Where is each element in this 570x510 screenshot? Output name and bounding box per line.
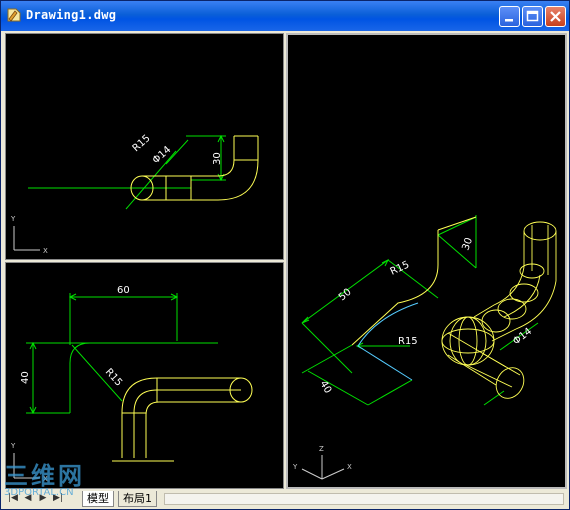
ucs-y-label-bottom-left: Y — [10, 442, 16, 450]
ucs-y-label-3d: Y — [292, 463, 298, 471]
layout-tab-bar: |◀ ◀ ▶ ▶| 模型 布局1 — [4, 490, 568, 508]
dim-label-60: 60 — [117, 285, 130, 296]
geometry-bottom-left — [112, 377, 253, 462]
watermark-main-text: 三维网 — [4, 462, 85, 490]
dim-lines-3d — [301, 215, 539, 406]
application-window: Drawing1.dwg R15 Φ14 30 Y X 60 40 R15 Y … — [0, 0, 570, 510]
viewport-area: R15 Φ14 30 Y X 60 40 R15 Y X 30 R15 50 R… — [4, 32, 568, 490]
drawing-canvas-3d: 30 R15 50 R15 40 Φ14 Z Y X — [292, 215, 557, 480]
ucs-x-label-3d: X — [347, 463, 352, 471]
minimize-button[interactable] — [499, 6, 520, 27]
maximize-button[interactable] — [522, 6, 543, 27]
dim-label-30-top-left: 30 — [212, 152, 223, 165]
dim-label-30-3d: 30 — [460, 236, 475, 252]
ucs-icon-top-left — [13, 226, 40, 251]
ucs-z-label-3d: Z — [319, 445, 324, 453]
minimize-icon — [505, 19, 513, 22]
maximize-icon — [526, 10, 539, 22]
window-title: Drawing1.dwg — [26, 8, 117, 22]
ucs-x-label-top-left: X — [43, 247, 48, 255]
profile-3d — [351, 216, 477, 346]
dim-label-diameter-top-left: Φ14 — [151, 144, 174, 166]
dim-lines-top-left — [28, 134, 226, 210]
viewport-bottom-left[interactable]: 60 40 R15 Y X — [5, 262, 284, 489]
drawing-file-icon — [7, 8, 21, 22]
dim-label-r15-bottom-left: R15 — [103, 367, 124, 389]
dim-lines-bottom-left — [26, 293, 218, 415]
tab-layout1[interactable]: 布局1 — [118, 491, 157, 507]
close-icon — [550, 11, 561, 22]
watermark-sub-text: 3DPORTAL.CN — [4, 487, 74, 498]
pipe-3d-wireframe — [441, 221, 557, 399]
horizontal-scrollbar[interactable] — [164, 493, 564, 505]
geometry-top-left — [130, 135, 259, 201]
dim-label-40: 40 — [20, 371, 31, 384]
watermark-logo: 三维网 3DPORTAL.CN — [4, 456, 85, 498]
dim-label-r15-top-left: R15 — [131, 133, 153, 154]
dim-label-r15-3d-mid: R15 — [398, 336, 418, 347]
title-bar[interactable]: Drawing1.dwg — [1, 1, 569, 31]
dim-label-diameter-3d: Φ14 — [511, 326, 534, 347]
viewport-top-left[interactable]: R15 Φ14 30 Y X — [5, 33, 284, 260]
ucs-y-label-top-left: Y — [10, 215, 16, 223]
viewport-right-3d[interactable]: 30 R15 50 R15 40 Φ14 Z Y X — [286, 33, 567, 489]
close-button[interactable] — [545, 6, 566, 27]
ucs-icon-3d — [301, 455, 345, 480]
dim-label-50-3d: 50 — [337, 287, 354, 304]
drawing-canvas-top-left: R15 Φ14 30 Y X — [10, 133, 259, 255]
dim-label-40-3d: 40 — [317, 379, 333, 396]
tab-model[interactable]: 模型 — [82, 491, 114, 507]
